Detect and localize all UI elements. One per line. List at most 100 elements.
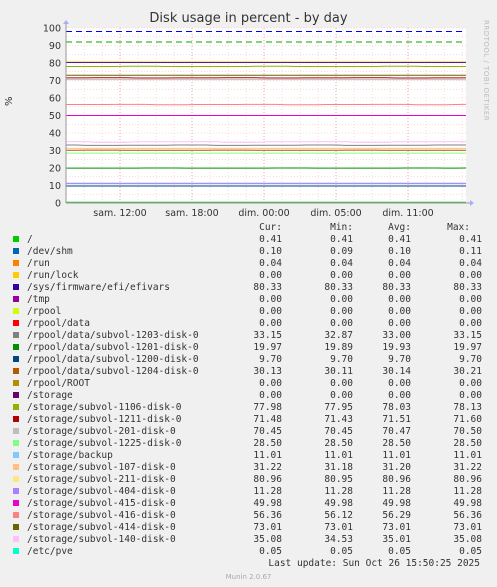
legend-cur-value: 0.05 [259,546,282,557]
legend-row: /run 0.04 0.04 0.04 0.04 [13,258,483,270]
legend-cur-value: 0.00 [259,270,282,281]
legend-max-value: 0.00 [459,270,482,281]
y-tick-label: 100 [43,24,61,35]
legend-swatch [13,332,19,338]
legend-row: /storage/subvol-1106-disk-0 77.98 77.95 78.… [13,402,483,414]
x-axis-arrow [470,200,474,206]
legend-cur-value: 9.70 [259,354,282,365]
legend-cur-value: 0.41 [259,234,282,245]
legend-series-name: /dev/shm [27,246,73,257]
legend-max-value: 11.01 [453,450,482,461]
legend-avg-value: 28.50 [382,438,411,449]
legend-max-value: 56.36 [453,510,482,521]
legend-cur-value: 11.28 [253,486,282,497]
legend-cur-value: 0.00 [259,294,282,305]
legend-cur-value: 0.00 [259,306,282,317]
legend-series-name: /storage/subvol-201-disk-0 [27,426,176,437]
legend-avg-value: 33.00 [382,330,411,341]
legend-max-value: 33.15 [453,330,482,341]
legend-max-value: 80.96 [453,474,482,485]
legend-cur-value: 0.00 [259,390,282,401]
legend-cur-value: 30.13 [253,366,282,377]
legend-avg-value: 0.00 [388,294,411,305]
legend-row: /tmp 0.00 0.00 0.00 0.00 [13,294,483,306]
legend-swatch [13,416,19,422]
legend-cur-value: 56.36 [253,510,282,521]
y-tick-label: 40 [49,129,61,140]
legend-max-value: 78.13 [453,402,482,413]
legend-cur-value: 80.33 [253,282,282,293]
legend-row: /storage/backup 11.01 11.01 11.01 11.01 [13,450,483,462]
legend-swatch [13,320,19,326]
legend-avg-value: 0.00 [388,390,411,401]
legend-row: /dev/shm 0.10 0.09 0.10 0.11 [13,246,483,258]
legend-header-cur: Cur: [259,222,282,233]
legend-max-value: 70.50 [453,426,482,437]
legend-avg-value: 0.00 [388,318,411,329]
legend-row: /storage/subvol-416-disk-0 56.36 56.12 56.2… [13,510,483,522]
legend-series-name: /rpool/ROOT [27,378,90,389]
legend-avg-value: 0.00 [388,378,411,389]
legend-series-name: /rpool/data [27,318,90,329]
legend-series-name: /storage/subvol-416-disk-0 [27,510,176,521]
legend-swatch [13,296,19,302]
legend-max-value: 73.01 [453,522,482,533]
legend-cur-value: 70.45 [253,426,282,437]
legend-swatch [13,452,19,458]
last-update: Last update: Sun Oct 26 15:50:25 2025 [268,558,480,569]
legend-row: /rpool/data/subvol-1203-disk-0 33.15 32.87… [13,330,483,342]
legend-swatch [13,488,19,494]
legend-swatch [13,536,19,542]
y-tick-label: 10 [49,181,61,192]
legend-row: /storage/subvol-211-disk-0 80.96 80.95 80.9… [13,474,483,486]
legend-avg-value: 35.01 [382,534,411,545]
legend-max-value: 31.22 [453,462,482,473]
legend-series-name: /sys/firmware/efi/efivars [27,282,170,293]
legend-row: /storage/subvol-1225-disk-0 28.50 28.50 28.… [13,438,483,450]
legend-series-name: /storage/subvol-107-disk-0 [27,462,176,473]
x-tick-label: sam. 12:00 [93,208,146,219]
legend-series-name: /storage/subvol-1211-disk-0 [27,414,182,425]
legend-avg-value: 49.98 [382,498,411,509]
legend-row: /storage/subvol-107-disk-0 31.22 31.18 31.2… [13,462,483,474]
legend-cur-value: 31.22 [253,462,282,473]
legend-row: /storage/subvol-404-disk-0 11.28 11.28 11.2… [13,486,483,498]
legend-row: /storage/subvol-201-disk-0 70.45 70.45 70.4… [13,426,483,438]
legend-swatch [13,236,19,242]
legend-series-name: /storage/backup [27,450,113,461]
legend-header-min: Min: [330,222,353,233]
legend-series-name: /storage/subvol-211-disk-0 [27,474,176,485]
legend-max-value: 0.04 [459,258,482,269]
legend-swatch [13,524,19,530]
legend-row: /rpool/data/subvol-1201-disk-0 19.97 19.89… [13,342,483,354]
legend-avg-value: 80.33 [382,282,411,293]
legend-row: /storage 0.00 0.00 0.00 0.00 [13,390,483,402]
legend-cur-value: 0.10 [259,246,282,257]
legend-avg-value: 73.01 [382,522,411,533]
legend-cur-value: 11.01 [253,450,282,461]
legend-max-value: 0.00 [459,306,482,317]
legend-series-name: /storage [27,390,73,401]
y-axis-arrow [63,20,69,24]
legend-series-name: /storage/subvol-404-disk-0 [27,486,176,497]
legend-swatch [13,428,19,434]
legend-max-value: 0.05 [459,546,482,557]
y-tick-label: 70 [49,76,61,87]
legend-series-name: /rpool [27,306,62,317]
legend-swatch [13,368,19,374]
legend-swatch [13,260,19,266]
legend-row: /rpool/data/subvol-1200-disk-0 9.70 9.70 9.… [13,354,483,366]
legend-max-value: 0.00 [459,390,482,401]
legend-row: /storage/subvol-414-disk-0 73.01 73.01 73.0… [13,522,483,534]
legend-max-value: 71.60 [453,414,482,425]
legend-avg-value: 70.47 [382,426,411,437]
legend-swatch [13,356,19,362]
legend-avg-value: 0.00 [388,306,411,317]
legend-series-name: /tmp [27,294,50,305]
legend-series-name: /storage/subvol-1225-disk-0 [27,438,182,449]
legend-row: /0.41 0.41 0.41 0.41 [13,234,483,246]
legend-avg-value: 30.14 [382,366,411,377]
y-tick-label: 30 [49,146,61,157]
legend-avg-value: 11.28 [382,486,411,497]
legend-max-value: 19.97 [453,342,482,353]
